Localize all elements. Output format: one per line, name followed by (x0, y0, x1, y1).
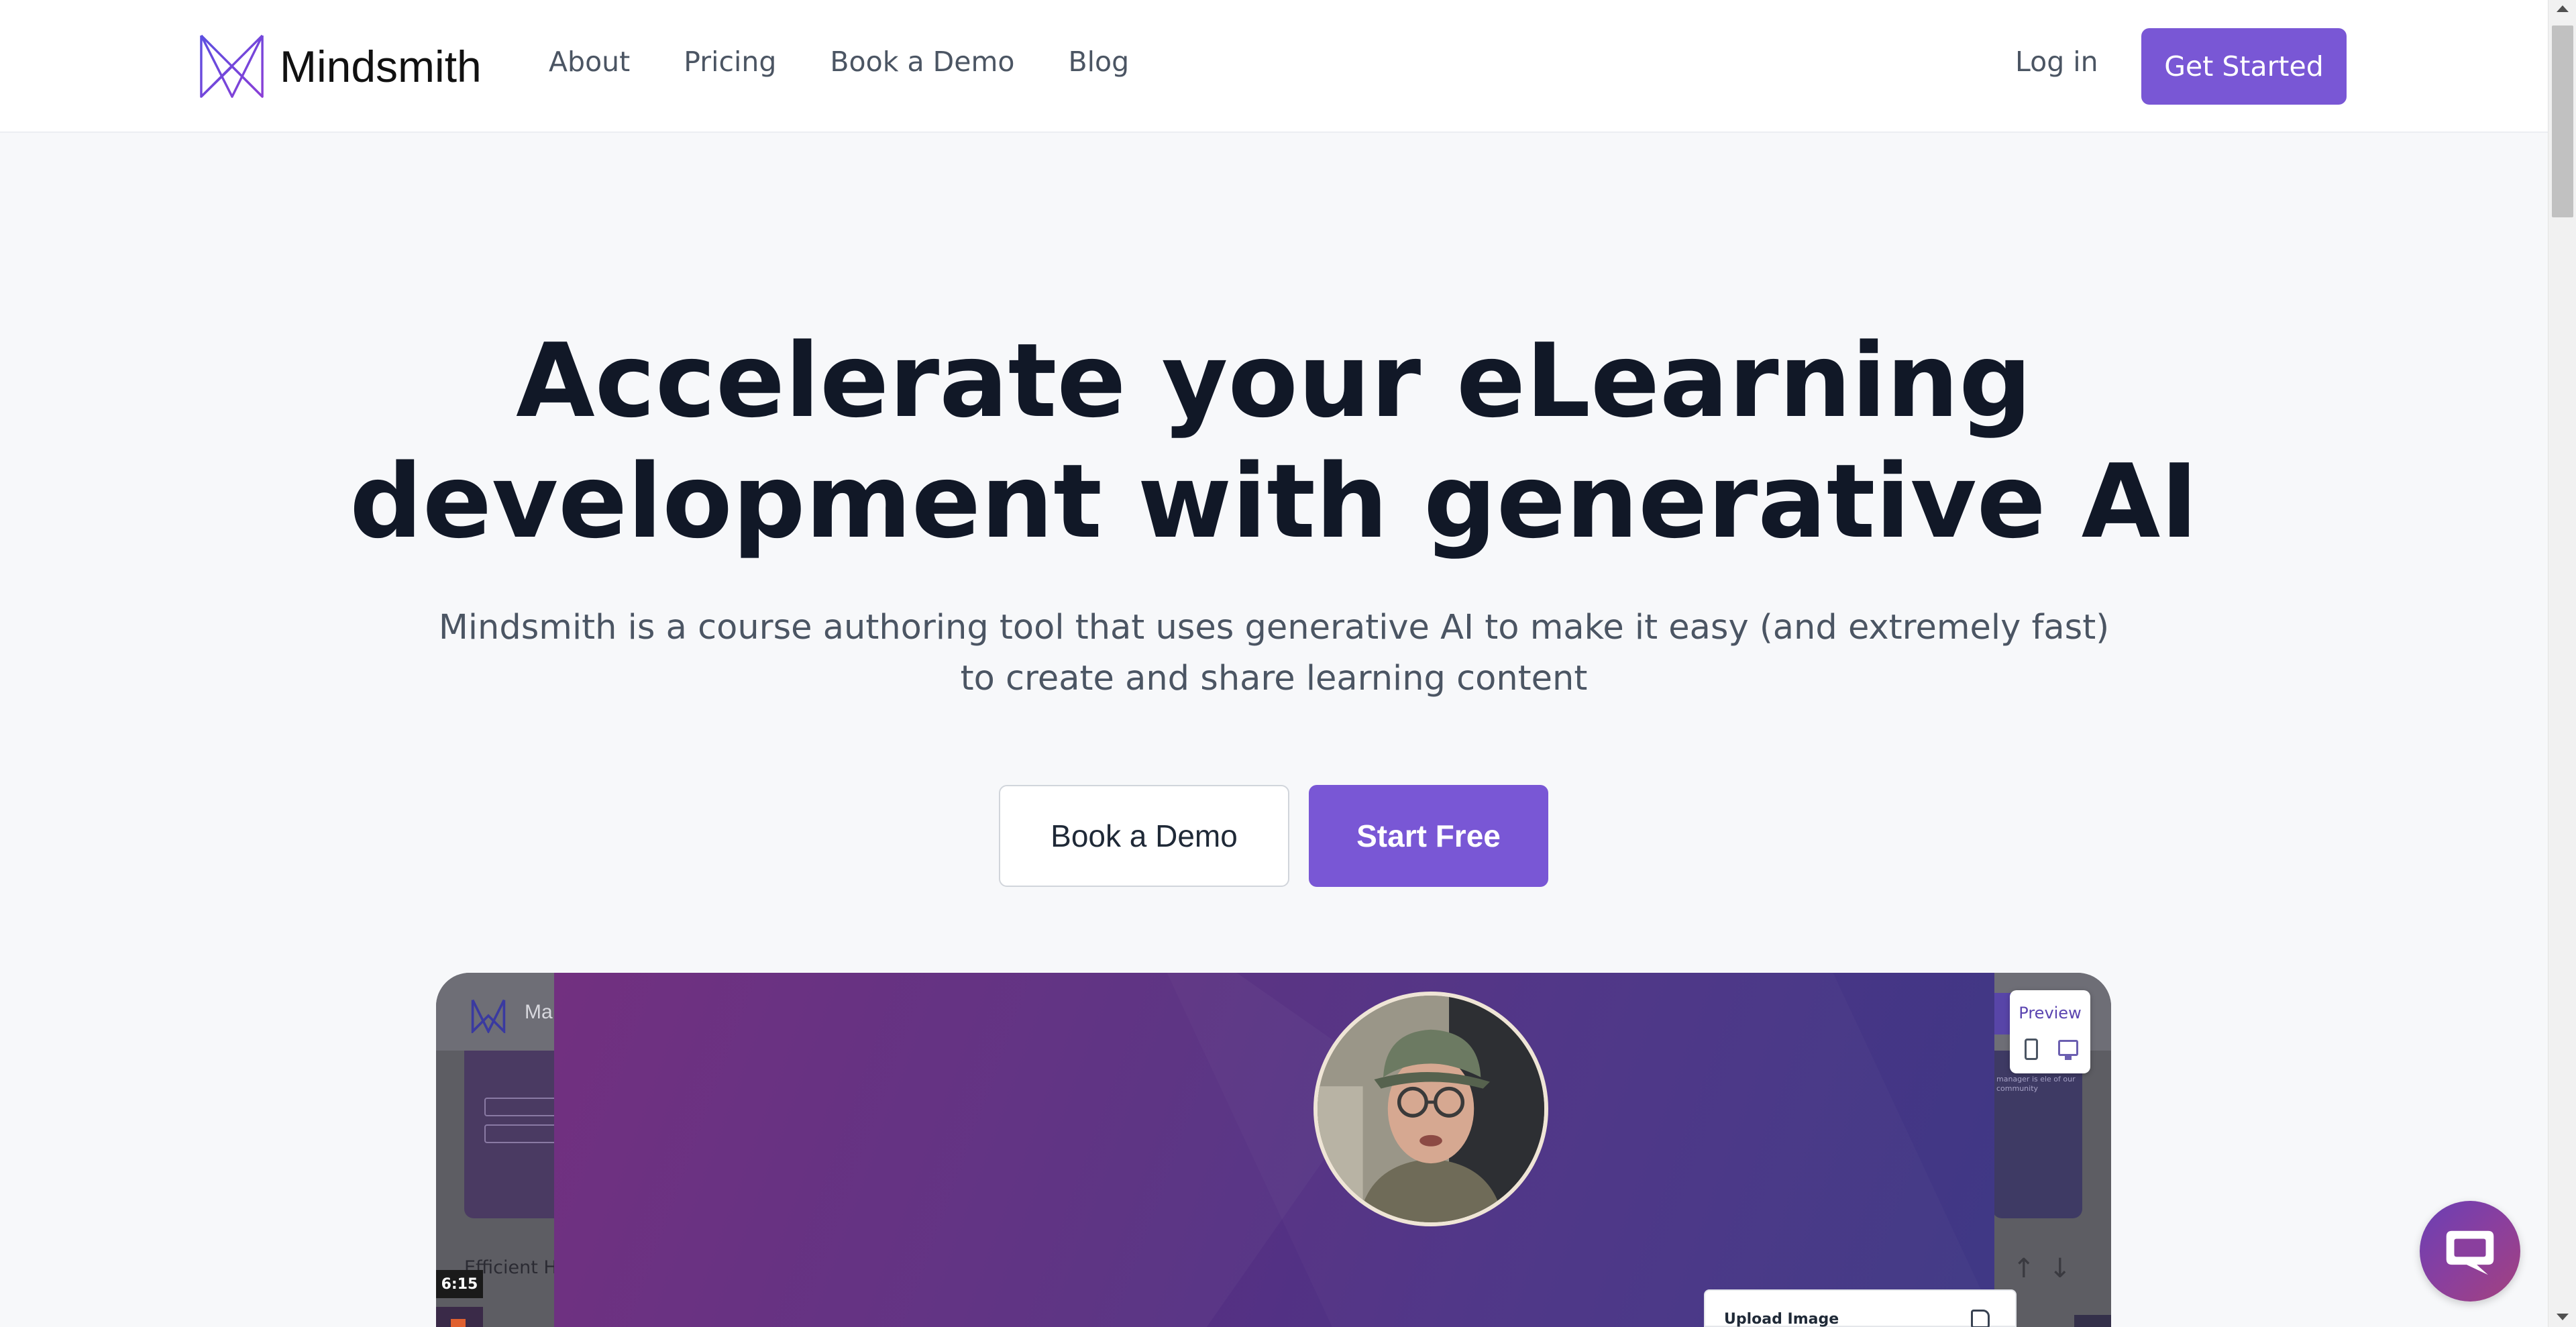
top-navigation: Mindsmith About Pricing Book a Demo Blog… (0, 0, 2548, 133)
phone-icon[interactable] (2025, 1039, 2038, 1060)
scroll-up-arrow-icon[interactable] (2557, 5, 2569, 12)
upload-image-card[interactable]: Upload Image (1704, 1289, 2017, 1327)
nav-link-blog[interactable]: Blog (1068, 46, 1129, 78)
desktop-icon[interactable] (2058, 1040, 2078, 1060)
app-brand-text: Ma (525, 1001, 553, 1023)
video-duration-badge: 6:15 (436, 1270, 483, 1298)
upload-image-label: Upload Image (1724, 1311, 1839, 1327)
brand-name: Mindsmith (280, 42, 482, 91)
file-icon (1971, 1310, 1990, 1327)
thumbnail-strip (436, 1307, 483, 1327)
hero-title-line-2: development with generative AI (350, 442, 2198, 561)
login-link[interactable]: Log in (2015, 46, 2098, 78)
hero-subtitle: Mindsmith is a course authoring tool tha… (438, 608, 2110, 698)
hero-title: Accelerate your eLearning development wi… (0, 321, 2548, 562)
chat-bubble-icon (2446, 1230, 2494, 1275)
thumbnail-strip-right (2074, 1315, 2111, 1327)
preview-label: Preview (2019, 1004, 2082, 1022)
get-started-button[interactable]: Get Started (2141, 28, 2347, 105)
nav-link-about[interactable]: About (549, 46, 630, 78)
page-scrollbar[interactable] (2548, 0, 2576, 1327)
mindsmith-logo-icon (200, 34, 264, 98)
chat-launcher-button[interactable] (2420, 1201, 2520, 1302)
primary-nav: About Pricing Book a Demo Blog (549, 46, 1129, 78)
product-video-frame[interactable]: Ma Efficient H 6:15 manager is ele of ou… (436, 973, 2111, 1327)
right-card-thumbnail: manager is ele of our community (1992, 1051, 2082, 1218)
start-free-button[interactable]: Start Free (1309, 785, 1548, 887)
right-card-text: manager is ele of our community (1996, 1075, 2076, 1093)
scroll-thumb[interactable] (2552, 25, 2573, 217)
presenter-avatar (1313, 992, 1548, 1226)
scroll-down-arrow-icon[interactable] (2557, 1314, 2569, 1320)
preview-panel: Preview (2010, 990, 2090, 1073)
brand-logo-link[interactable]: Mindsmith (199, 34, 482, 99)
arrow-up-icon[interactable]: ↑ (2012, 1253, 2035, 1284)
hero-title-line-1: Accelerate your eLearning (516, 321, 2032, 440)
nav-link-book-demo[interactable]: Book a Demo (830, 46, 1014, 78)
book-demo-button[interactable]: Book a Demo (999, 785, 1289, 887)
app-logo-icon (471, 999, 506, 1033)
video-stage[interactable] (554, 973, 1994, 1327)
arrow-down-icon[interactable]: ↓ (2049, 1253, 2072, 1284)
nav-link-pricing[interactable]: Pricing (684, 46, 776, 78)
